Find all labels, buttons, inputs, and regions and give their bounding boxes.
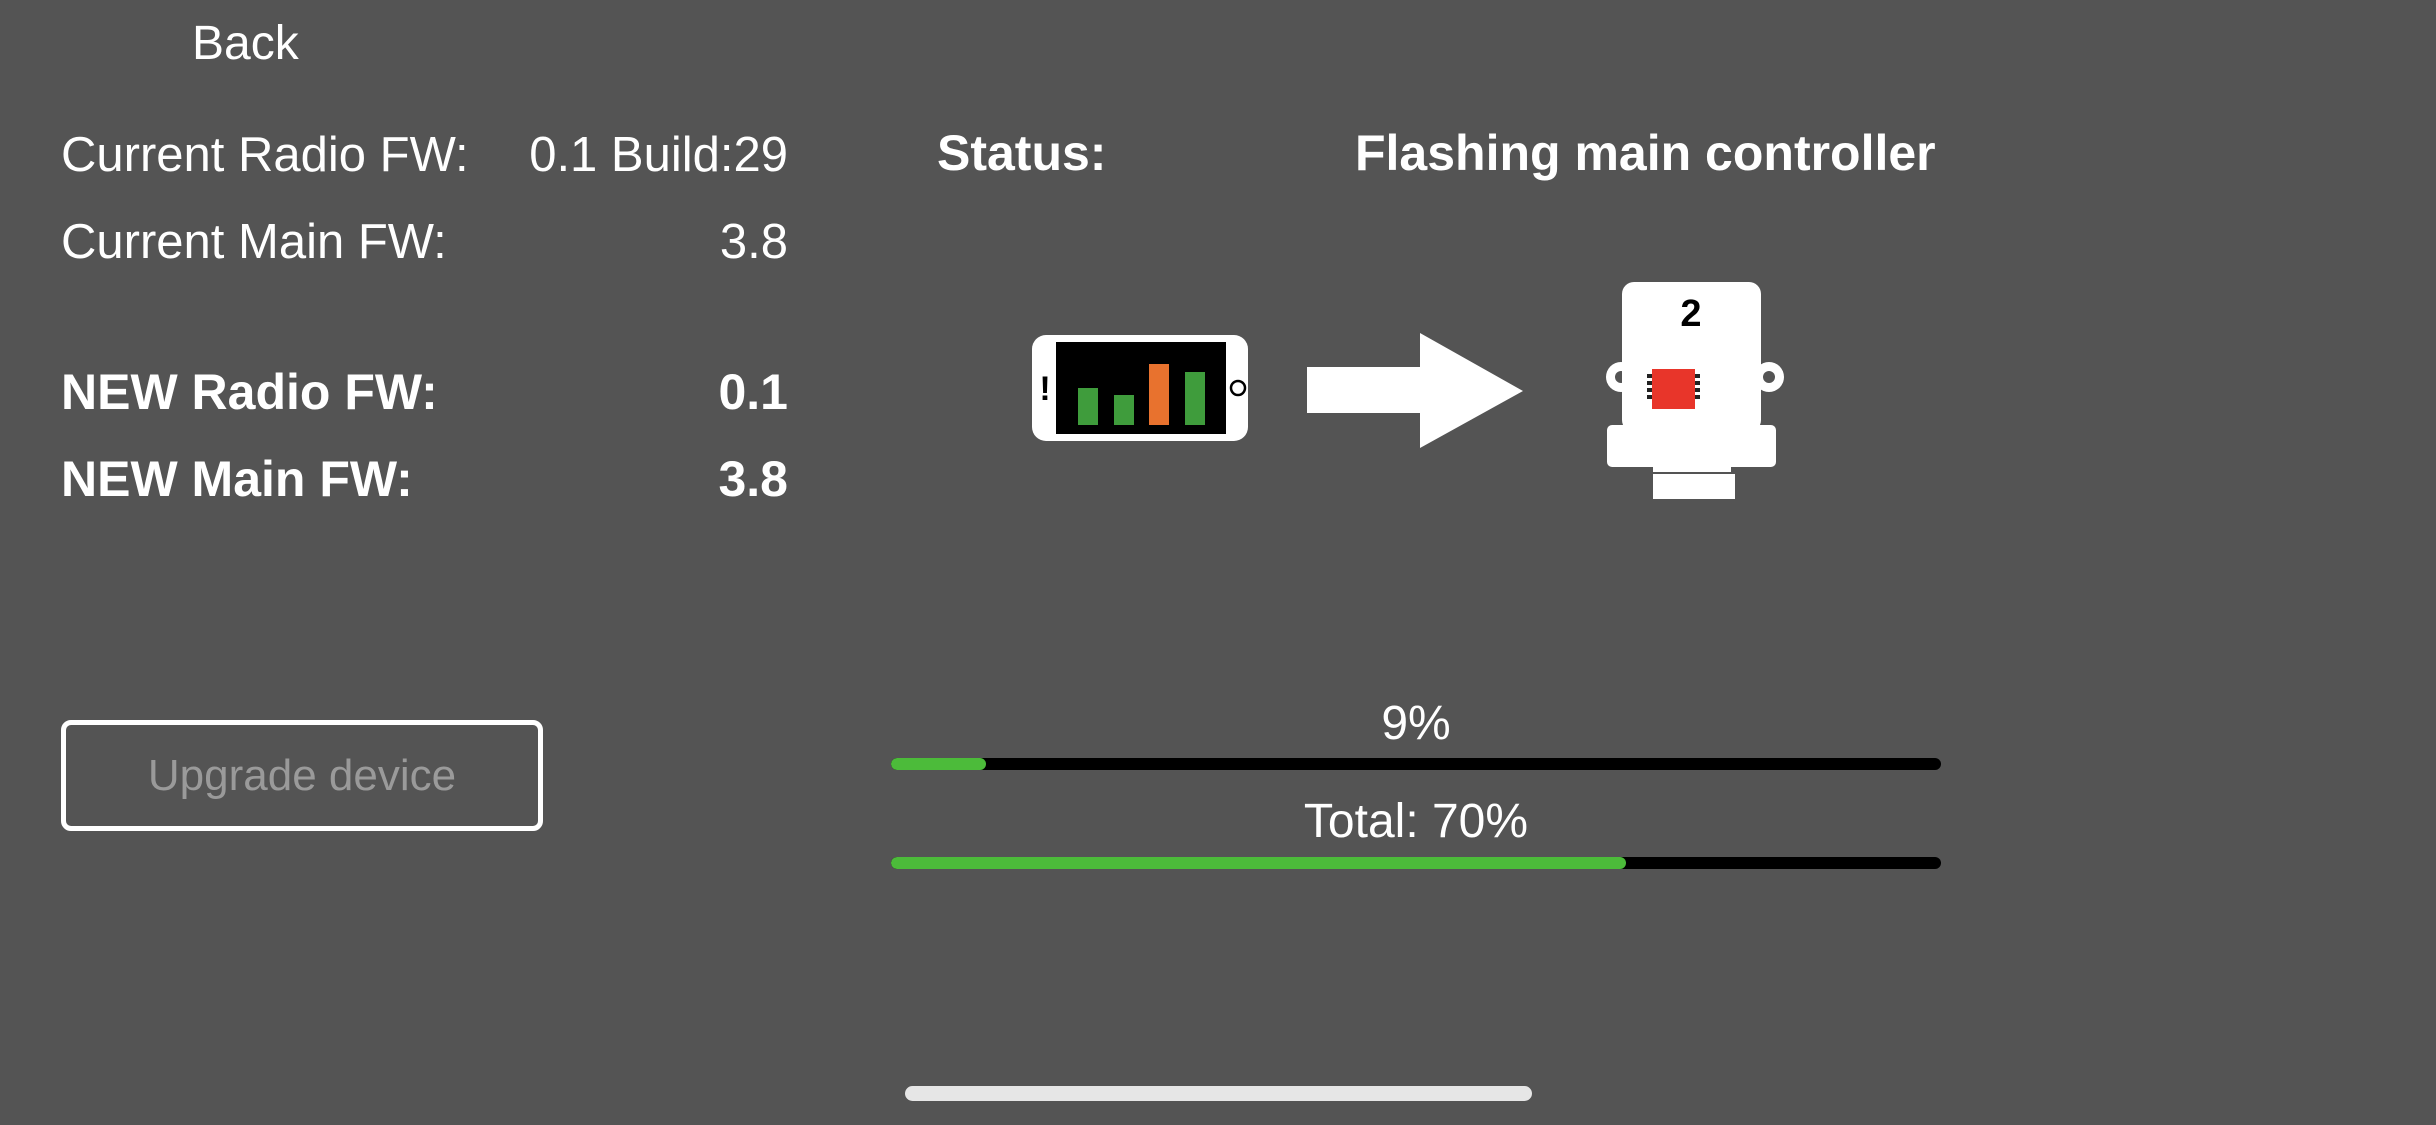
current-radio-fw-value: 0.1 Build:29: [529, 128, 788, 182]
step-progress-label: 9%: [1381, 697, 1451, 750]
total-progress-fill: [891, 857, 1626, 869]
new-main-fw-label: NEW Main FW:: [61, 451, 413, 507]
phone-bar-1: [1078, 388, 1098, 425]
total-progress-bar: [891, 857, 1941, 869]
new-radio-fw-label: NEW Radio FW:: [61, 364, 438, 420]
current-radio-fw-label: Current Radio FW:: [61, 128, 469, 182]
home-indicator[interactable]: [905, 1086, 1532, 1101]
arrow-right-icon: [1307, 333, 1523, 448]
firmware-update-screen: Back Current Radio FW: 0.1 Build:29 Curr…: [0, 0, 2436, 1125]
phone-bar-4: [1185, 372, 1205, 425]
phone-bar-3: [1149, 364, 1169, 425]
step-progress-fill: [891, 758, 986, 770]
current-radio-fw-row: Current Radio FW: 0.1 Build:29: [61, 125, 788, 185]
chip-icon: [1647, 369, 1700, 409]
upgrade-device-button[interactable]: Upgrade device: [61, 720, 543, 831]
new-main-fw-row: NEW Main FW: 3.8: [61, 449, 788, 509]
current-main-fw-value: 3.8: [719, 215, 788, 269]
new-main-fw-value: 3.8: [718, 451, 788, 507]
total-progress-label: Total: 70%: [1303, 795, 1529, 848]
step-progress-bar: [891, 758, 1941, 770]
current-main-fw-label: Current Main FW:: [61, 215, 447, 269]
status-label: Status:: [937, 125, 1107, 181]
device-number-text: 2: [1680, 293, 1701, 335]
new-radio-fw-value: 0.1: [718, 364, 788, 420]
controller-device-icon: 2: [1606, 282, 1784, 499]
new-radio-fw-row: NEW Radio FW: 0.1: [61, 362, 788, 422]
back-button[interactable]: Back: [192, 14, 299, 74]
phone-bar-2: [1114, 395, 1134, 425]
phone-alert-text: !: [1039, 370, 1050, 408]
phone-icon: !: [1032, 335, 1248, 441]
current-main-fw-row: Current Main FW: 3.8: [61, 212, 788, 272]
status-value: Flashing main controller: [1355, 125, 1936, 181]
